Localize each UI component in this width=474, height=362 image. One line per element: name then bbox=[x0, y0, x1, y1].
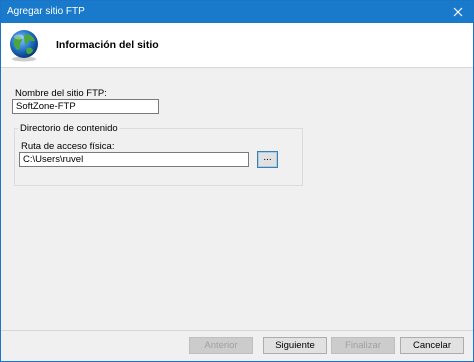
content-directory-label: Directorio de contenido bbox=[18, 123, 120, 134]
browse-button[interactable]: ... bbox=[257, 151, 278, 168]
site-name-input[interactable]: SoftZone-FTP bbox=[12, 99, 159, 114]
site-name-label: Nombre del sitio FTP: bbox=[15, 88, 107, 99]
footer-divider bbox=[1, 330, 473, 331]
close-icon bbox=[453, 7, 463, 17]
close-button[interactable] bbox=[443, 1, 473, 23]
globe-icon bbox=[10, 30, 38, 62]
header-panel: Información del sitio bbox=[1, 23, 473, 68]
cancel-button[interactable]: Cancelar bbox=[400, 337, 464, 354]
previous-button[interactable]: Anterior bbox=[189, 337, 253, 354]
dialog-window: Agregar sitio FTP Información del sitio bbox=[0, 0, 474, 362]
physical-path-input[interactable]: C:\Users\ruvel bbox=[19, 152, 249, 167]
window-title: Agregar sitio FTP bbox=[7, 6, 85, 17]
physical-path-label: Ruta de acceso física: bbox=[21, 141, 115, 152]
next-button[interactable]: Siguiente bbox=[263, 337, 327, 354]
page-title: Información del sitio bbox=[56, 39, 159, 51]
title-bar[interactable]: Agregar sitio FTP bbox=[1, 1, 473, 23]
finish-button[interactable]: Finalizar bbox=[331, 337, 395, 354]
